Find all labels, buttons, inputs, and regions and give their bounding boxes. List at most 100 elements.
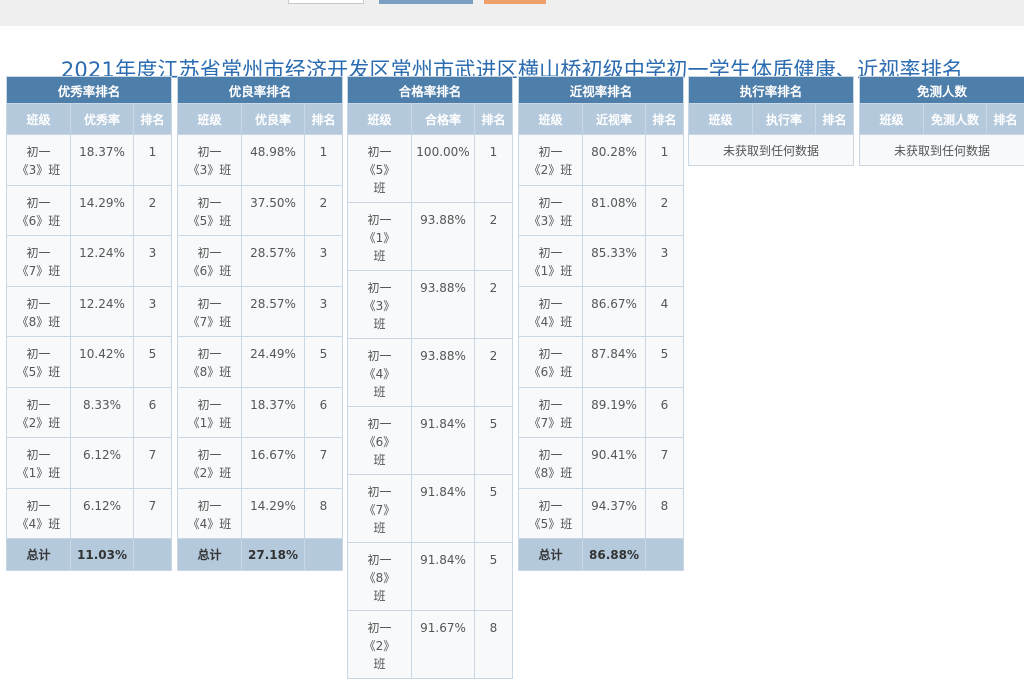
class-name-line: 《6》班 — [519, 363, 582, 381]
class-name-cell: 初一《1》班 — [519, 236, 583, 287]
table-row: 初一《6》班28.57%3 — [178, 236, 343, 287]
rank-cell: 1 — [475, 135, 513, 203]
class-name-line: 《7》 — [348, 501, 411, 519]
class-name-cell: 初一《1》班 — [7, 438, 71, 489]
class-name-line: 班 — [348, 247, 411, 265]
ranking-panel: 优良率排名班级优良率排名初一《3》班48.98%1初一《5》班37.50%2初一… — [177, 76, 342, 571]
rank-cell: 5 — [134, 337, 172, 388]
class-name-cell: 初一《8》班 — [519, 438, 583, 489]
class-name-cell: 初一《2》班 — [519, 135, 583, 186]
class-name-line: 初一 — [7, 143, 70, 161]
rate-value-cell: 24.49% — [242, 337, 305, 388]
rank-cell: 5 — [475, 543, 513, 611]
class-name-cell: 初一《2》班 — [178, 438, 242, 489]
rate-value-cell: 37.50% — [242, 185, 305, 236]
ranking-table: 免测人数班级免测人数排名未获取到任何数据 — [859, 76, 1024, 166]
class-name-line: 初一 — [178, 244, 241, 262]
rate-value-cell: 14.29% — [71, 185, 134, 236]
class-name-line: 《1》 — [348, 229, 411, 247]
column-header-value: 执行率 — [753, 104, 816, 135]
rate-value-cell: 93.88% — [412, 203, 475, 271]
class-name-line: 初一 — [7, 295, 70, 313]
class-name-line: 初一 — [519, 244, 582, 262]
rank-cell: 2 — [475, 339, 513, 407]
table-row: 初一《4》班14.29%8 — [178, 488, 343, 539]
ranking-panel: 优秀率排名班级优秀率排名初一《3》班18.37%1初一《6》班14.29%2初一… — [6, 76, 171, 571]
total-row: 总计86.88% — [519, 539, 684, 571]
class-name-line: 《2》班 — [7, 414, 70, 432]
rate-value-cell: 48.98% — [242, 135, 305, 186]
class-name-line: 初一 — [519, 497, 582, 515]
toolbar-select[interactable] — [288, 0, 364, 4]
class-name-cell: 初一《6》班 — [519, 337, 583, 388]
class-name-cell: 初一《3》班 — [348, 271, 412, 339]
column-header-value: 优秀率 — [71, 104, 134, 135]
table-row: 初一《4》班93.88%2 — [348, 339, 513, 407]
toolbar-query-button[interactable] — [379, 0, 473, 4]
ranking-table: 合格率排名班级合格率排名初一《5》班100.00%1初一《1》班93.88%2初… — [347, 76, 513, 679]
rank-cell: 5 — [305, 337, 343, 388]
column-header-class: 班级 — [519, 104, 583, 135]
class-name-line: 《1》班 — [178, 414, 241, 432]
rate-value-cell: 28.57% — [242, 236, 305, 287]
table-row: 初一《7》班91.84%5 — [348, 475, 513, 543]
rate-value-cell: 18.37% — [242, 387, 305, 438]
class-name-line: 初一 — [348, 211, 411, 229]
rate-value-cell: 81.08% — [583, 185, 646, 236]
class-name-cell: 初一《5》班 — [519, 488, 583, 539]
class-name-line: 初一 — [519, 396, 582, 414]
table-row: 初一《1》班6.12%7 — [7, 438, 172, 489]
class-name-line: 初一 — [348, 551, 411, 569]
rank-cell: 5 — [475, 407, 513, 475]
class-name-cell: 初一《6》班 — [7, 185, 71, 236]
rate-value-cell: 93.88% — [412, 339, 475, 407]
table-row: 初一《5》班94.37%8 — [519, 488, 684, 539]
class-name-line: 班 — [348, 383, 411, 401]
rate-value-cell: 89.19% — [583, 387, 646, 438]
class-name-line: 班 — [348, 179, 411, 197]
class-name-line: 初一 — [519, 295, 582, 313]
class-name-cell: 初一《1》班 — [348, 203, 412, 271]
rate-value-cell: 91.84% — [412, 407, 475, 475]
class-name-line: 《1》班 — [519, 262, 582, 280]
table-row: 初一《8》班91.84%5 — [348, 543, 513, 611]
toolbar-export-button[interactable] — [484, 0, 546, 4]
class-name-line: 初一 — [519, 194, 582, 212]
column-header-class: 班级 — [860, 104, 924, 135]
table-title: 执行率排名 — [689, 77, 854, 104]
class-name-cell: 初一《7》班 — [348, 475, 412, 543]
table-row: 初一《5》班100.00%1 — [348, 135, 513, 203]
class-name-line: 初一 — [7, 497, 70, 515]
class-name-cell: 初一《7》班 — [178, 286, 242, 337]
table-row: 初一《1》班85.33%3 — [519, 236, 684, 287]
no-data-message: 未获取到任何数据 — [860, 135, 1024, 166]
rank-cell: 2 — [134, 185, 172, 236]
rank-cell: 3 — [646, 236, 684, 287]
table-row: 初一《4》班6.12%7 — [7, 488, 172, 539]
rate-value-cell: 6.12% — [71, 488, 134, 539]
rate-value-cell: 6.12% — [71, 438, 134, 489]
class-name-line: 《7》班 — [178, 313, 241, 331]
rate-value-cell: 16.67% — [242, 438, 305, 489]
class-name-line: 《8》班 — [519, 464, 582, 482]
rate-value-cell: 94.37% — [583, 488, 646, 539]
class-name-line: 《6》 — [348, 433, 411, 451]
table-row: 初一《8》班90.41%7 — [519, 438, 684, 489]
class-name-line: 《7》班 — [7, 262, 70, 280]
table-row: 初一《5》班37.50%2 — [178, 185, 343, 236]
class-name-line: 初一 — [178, 446, 241, 464]
ranking-table: 优秀率排名班级优秀率排名初一《3》班18.37%1初一《6》班14.29%2初一… — [6, 76, 172, 571]
rate-value-cell: 87.84% — [583, 337, 646, 388]
column-header-value: 免测人数 — [924, 104, 987, 135]
table-row: 初一《6》班14.29%2 — [7, 185, 172, 236]
class-name-line: 《2》班 — [519, 161, 582, 179]
table-title: 免测人数 — [860, 77, 1024, 104]
rank-cell: 1 — [646, 135, 684, 186]
class-name-line: 《4》 — [348, 365, 411, 383]
class-name-cell: 初一《2》班 — [348, 611, 412, 679]
class-name-cell: 初一《4》班 — [178, 488, 242, 539]
column-header-class: 班级 — [689, 104, 753, 135]
rate-value-cell: 91.84% — [412, 543, 475, 611]
table-row: 初一《8》班12.24%3 — [7, 286, 172, 337]
total-label: 总计 — [7, 539, 71, 571]
